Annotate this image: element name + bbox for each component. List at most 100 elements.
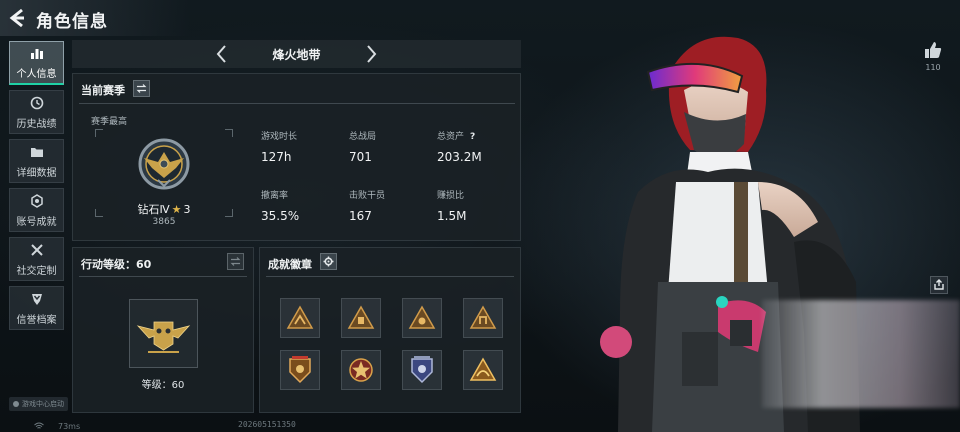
rank-stars: 3 xyxy=(183,203,191,216)
back-arrow-icon[interactable] xyxy=(8,8,26,28)
mode-name: 烽火地带 xyxy=(272,48,321,62)
nav-item-details[interactable]: 详细数据 xyxy=(9,139,64,183)
star-icon: ★ xyxy=(171,203,182,216)
help-icon[interactable]: ? xyxy=(470,132,475,142)
header: 角色信息 xyxy=(0,0,190,36)
badge-slot[interactable] xyxy=(341,350,381,390)
badge-slot[interactable] xyxy=(280,298,320,338)
page-title: 角色信息 xyxy=(36,12,108,32)
rank-tier: 钻石Ⅳ xyxy=(137,203,170,216)
switch-season-button[interactable] xyxy=(133,80,150,97)
ping-value: 73ms xyxy=(58,421,81,431)
tools-icon xyxy=(29,242,45,258)
badge-slot[interactable] xyxy=(463,350,503,390)
stat-key: 游戏时长 xyxy=(261,132,298,142)
stat-value: 1.5M xyxy=(437,209,467,223)
nav-item-label: 社交定制 xyxy=(16,265,57,277)
share-icon xyxy=(934,279,944,290)
shield-gold-badge-icon xyxy=(289,356,311,384)
season-panel-title: 当前赛季 xyxy=(81,84,125,97)
nav-item-label: 个人信息 xyxy=(16,69,57,80)
stat-extraction-rate: 撤离率 35.5% xyxy=(261,188,299,223)
badge-slot[interactable] xyxy=(402,298,442,338)
shield-silver-badge-icon xyxy=(411,356,433,384)
folder-icon xyxy=(29,144,45,160)
badge-slot[interactable] xyxy=(341,298,381,338)
action-level-emblem-frame xyxy=(129,299,198,368)
nav-item-label: 详细数据 xyxy=(16,167,57,179)
rank-score: 3865 xyxy=(152,217,176,227)
corner-mark xyxy=(225,129,233,137)
star-gold-badge-icon xyxy=(349,358,373,382)
stat-total-assets: 总资产? 203.2M xyxy=(437,129,482,164)
status-bar: 73ms 202605151350 xyxy=(0,420,520,432)
badge-slot[interactable] xyxy=(463,298,503,338)
season-rank-card: 钻石Ⅳ ★ 3 3865 xyxy=(95,129,233,227)
divider xyxy=(266,276,514,277)
stat-value: 35.5% xyxy=(261,209,300,223)
wifi-icon xyxy=(34,422,44,429)
nav-item-label: 历史战绩 xyxy=(16,118,57,130)
stat-value: 167 xyxy=(349,209,372,223)
stat-operators-defeated: 击败干员 167 xyxy=(349,188,385,223)
nav-item-history[interactable]: 历史战绩 xyxy=(9,90,64,134)
corner-mark xyxy=(95,129,103,137)
mode-selector: 烽火地带 xyxy=(72,40,521,68)
action-level-panel: 行动等级：60 等级：60 xyxy=(72,247,254,413)
badge-slot[interactable] xyxy=(402,350,442,390)
badges-settings-button[interactable] xyxy=(320,253,337,270)
side-nav: 个人信息 历史战绩 详细数据 账号成就 社交定制 信誉档案 xyxy=(9,41,64,335)
level-label: 等级：60 xyxy=(141,380,185,391)
stat-key: 撤离率 xyxy=(261,191,289,201)
achievement-badge-icon xyxy=(29,193,45,209)
like-count: 110 xyxy=(925,63,941,72)
chevron-right-icon[interactable] xyxy=(362,43,380,65)
thumbs-up-icon[interactable] xyxy=(923,40,943,60)
blurred-overlay xyxy=(762,300,960,408)
game-center-label: 游戏中心启动 xyxy=(22,400,64,408)
nav-item-reputation[interactable]: 信誉档案 xyxy=(9,286,64,330)
achievement-badges-panel: 成就徽章 xyxy=(259,247,521,413)
swap-icon xyxy=(136,84,147,93)
action-level-switch-button[interactable] xyxy=(227,253,244,270)
player-uid: 202605151350 xyxy=(238,420,296,429)
badges-title: 成就徽章 xyxy=(268,258,312,271)
nav-item-achievements[interactable]: 账号成就 xyxy=(9,188,64,232)
winged-skull-level-emblem-icon xyxy=(136,321,191,353)
stat-play-time: 游戏时长 127h xyxy=(261,129,297,164)
action-level-title: 行动等级：60 xyxy=(81,258,152,271)
nav-item-personal-info[interactable]: 个人信息 xyxy=(9,41,64,85)
triangle-bronze-badge-icon xyxy=(469,305,497,329)
stat-value: 203.2M xyxy=(437,150,482,164)
swap-icon xyxy=(230,257,241,266)
divider xyxy=(79,276,247,277)
triangle-bronze-badge-icon xyxy=(347,305,375,329)
triangle-gold-badge-icon xyxy=(469,357,497,381)
stat-key-row: 总资产? xyxy=(437,129,482,142)
divider xyxy=(79,103,515,104)
stat-value: 701 xyxy=(349,150,372,164)
stat-key: 击败干员 xyxy=(349,191,386,201)
stat-key: 总战局 xyxy=(349,132,377,142)
game-center-icon xyxy=(13,401,19,407)
season-panel: 当前赛季 赛季最高 钻石Ⅳ ★ 3 3865 游戏时长 127h 总战局 701 总… xyxy=(72,73,521,241)
game-center-launch[interactable]: 游戏中心启动 xyxy=(9,397,68,411)
stat-key: 总资产 xyxy=(437,132,465,142)
triangle-bronze-badge-icon xyxy=(408,305,436,329)
share-button[interactable] xyxy=(930,276,948,294)
season-best-label: 赛季最高 xyxy=(91,117,128,127)
diamond-rank-eagle-emblem-icon xyxy=(138,138,190,190)
stat-key: 赚损比 xyxy=(437,191,465,201)
shield-chevron-icon xyxy=(29,291,45,307)
gear-icon xyxy=(323,256,334,267)
badge-slot[interactable] xyxy=(280,350,320,390)
rank-name: 钻石Ⅳ ★ 3 xyxy=(95,201,233,217)
bar-chart-icon xyxy=(29,45,45,61)
nav-item-label: 信誉档案 xyxy=(16,314,57,326)
stat-total-matches: 总战局 701 xyxy=(349,129,376,164)
stat-profit-loss-ratio: 赚损比 1.5M xyxy=(437,188,466,223)
history-clock-icon xyxy=(29,95,45,111)
nav-item-label: 账号成就 xyxy=(16,216,57,228)
stat-value: 127h xyxy=(261,150,292,164)
nav-item-social[interactable]: 社交定制 xyxy=(9,237,64,281)
